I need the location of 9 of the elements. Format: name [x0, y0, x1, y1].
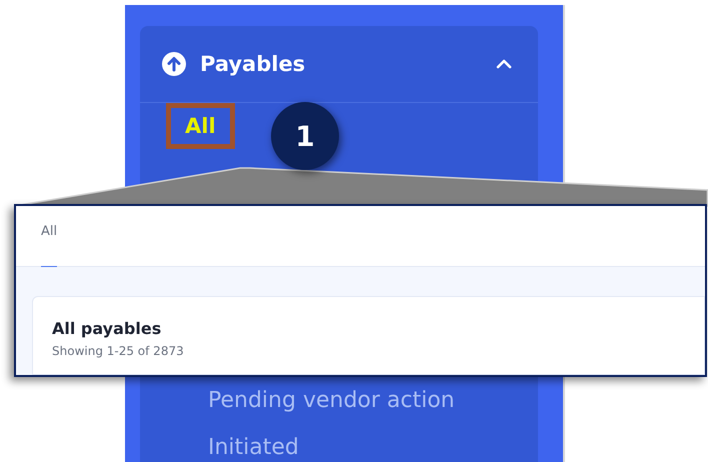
menu-item[interactable]: Initiated [166, 435, 299, 460]
menu-item[interactable]: Pending vendor action [166, 388, 455, 413]
card-title: All payables [52, 319, 162, 338]
chevron-icon[interactable] [496, 59, 512, 69]
card-subtitle: Showing 1-25 of 2873 [52, 344, 185, 358]
menu-item[interactable]: All [166, 103, 235, 149]
section-title: Payables [200, 52, 306, 76]
arrow-up-circle-icon [162, 52, 186, 76]
payables-menu-header[interactable]: Payables [140, 26, 538, 103]
